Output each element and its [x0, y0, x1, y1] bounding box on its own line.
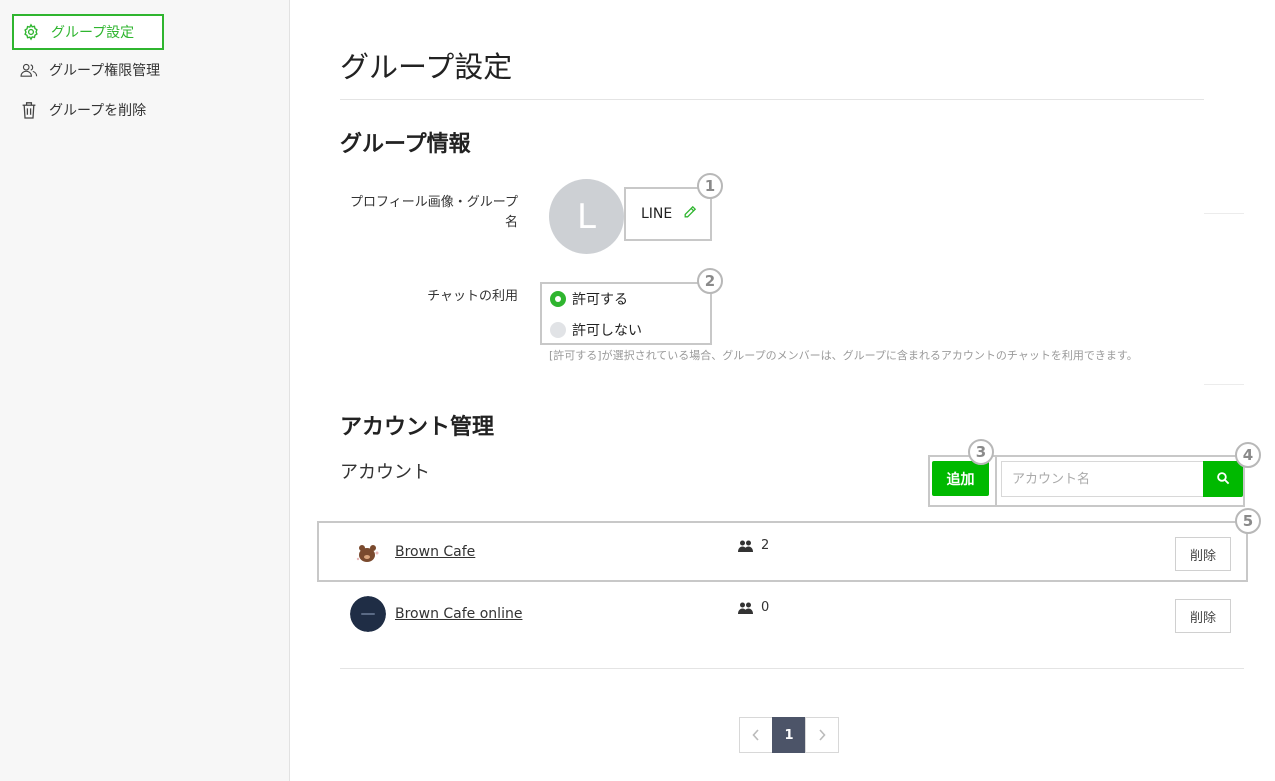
table-row: Brown Cafe online 0 削除 [340, 584, 1244, 644]
account-search-input[interactable] [1001, 461, 1204, 497]
divider [1204, 384, 1244, 385]
divider [340, 668, 1244, 669]
sidebar-item-label: グループ設定 [51, 25, 135, 41]
radio-label: 許可する [572, 292, 628, 308]
chevron-left-icon [752, 729, 759, 741]
avatar-letter: L [577, 196, 596, 237]
sidebar-item-delete-group[interactable]: グループを削除 [12, 92, 164, 128]
search-button[interactable] [1203, 461, 1243, 497]
main-content: グループ設定 グループ情報 プロフィール画像・グループ名 L LINE 1 チャ… [317, 0, 1261, 781]
member-count-value: 2 [761, 538, 770, 553]
delete-account-button[interactable]: 削除 [1175, 537, 1231, 571]
chat-help-text: [許可する]が選択されている場合、グループのメンバーは、グループに含まれるアカウ… [549, 349, 1138, 362]
sidebar-item-group-permissions[interactable]: グループ権限管理 [12, 52, 164, 88]
page-title: グループ設定 [340, 50, 513, 84]
gear-icon [22, 23, 40, 41]
account-link[interactable]: Brown Cafe [395, 544, 475, 560]
chat-radio-group: 許可する 許可しない [540, 282, 712, 345]
members-icon [738, 602, 753, 614]
table-row: Brown Cafe 2 削除 [340, 522, 1244, 582]
chat-label: チャットの利用 [427, 289, 518, 304]
pencil-icon[interactable] [682, 204, 698, 224]
group-name: LINE [641, 206, 673, 222]
section-title-group-info: グループ情報 [340, 132, 471, 157]
profile-label: プロフィール画像・グループ名 [340, 193, 518, 233]
sidebar-item-group-settings[interactable]: グループ設定 [12, 14, 164, 50]
callout-1: 1 [697, 173, 723, 199]
radio-label: 許可しない [572, 323, 642, 339]
group-avatar[interactable]: L [549, 179, 624, 254]
member-count-value: 0 [761, 600, 770, 615]
users-icon [20, 61, 38, 79]
sidebar-item-label: グループ権限管理 [49, 63, 161, 79]
chevron-right-icon [819, 729, 826, 741]
group-name-box[interactable]: LINE [624, 187, 712, 241]
section-title-account-mgmt: アカウント管理 [340, 415, 495, 440]
radio-selected-icon [550, 291, 566, 307]
members-icon [738, 540, 753, 552]
divider [1204, 213, 1244, 214]
sidebar: グループ設定 グループ権限管理 グループを削除 [0, 0, 290, 781]
radio-allow[interactable]: 許可する [550, 289, 628, 309]
account-subtitle: アカウント [340, 462, 430, 483]
sidebar-item-label: グループを削除 [49, 103, 147, 119]
callout-3: 3 [968, 439, 994, 465]
add-account-button[interactable]: 追加 [932, 461, 989, 496]
pagination: 1 [739, 717, 839, 753]
callout-4: 4 [1235, 442, 1261, 468]
page-button-current[interactable]: 1 [772, 717, 806, 753]
prev-page-button[interactable] [739, 717, 773, 753]
account-icon-brown [350, 534, 386, 570]
next-page-button[interactable] [805, 717, 839, 753]
radio-deny[interactable]: 許可しない [550, 320, 642, 340]
member-count: 0 [738, 600, 769, 615]
divider [340, 99, 1204, 100]
profile-label-text: プロフィール画像・グループ名 [350, 195, 518, 230]
search-icon [1216, 471, 1230, 488]
account-link[interactable]: Brown Cafe online [395, 606, 522, 622]
trash-icon [20, 101, 38, 119]
member-count: 2 [738, 538, 769, 553]
callout-2: 2 [697, 268, 723, 294]
delete-account-button[interactable]: 削除 [1175, 599, 1231, 633]
toolbar-divider [995, 455, 997, 507]
radio-unselected-icon [550, 322, 566, 338]
account-icon-online [350, 596, 386, 632]
